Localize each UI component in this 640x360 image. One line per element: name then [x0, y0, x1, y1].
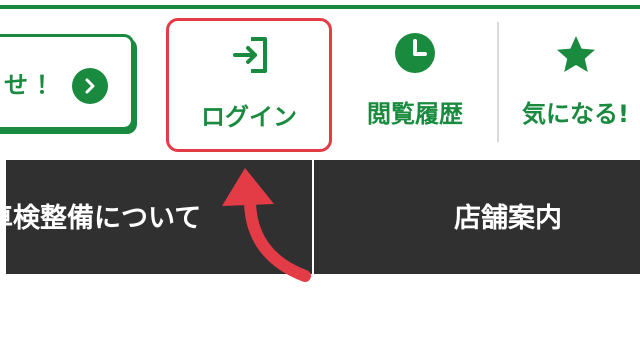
favorites-button[interactable]: 気になる! — [512, 18, 640, 150]
favorites-label: 気になる! — [522, 100, 629, 128]
login-label: ログイン — [201, 103, 297, 131]
login-icon — [229, 33, 273, 77]
promo-card[interactable]: せ！ — [0, 34, 134, 130]
promo-text: せ！ — [4, 71, 68, 99]
history-button[interactable]: 閲覧履歴 — [346, 18, 484, 150]
star-icon — [555, 34, 597, 76]
login-button[interactable]: ログイン — [166, 18, 332, 152]
chevron-right-icon[interactable] — [72, 68, 108, 104]
top-accent-line — [0, 0, 640, 9]
menu-item-stores[interactable]: 店舗案内 — [454, 196, 562, 235]
clock-icon — [394, 32, 436, 74]
menu-separator — [312, 160, 314, 274]
nav-divider — [497, 22, 499, 142]
history-label: 閲覧履歴 — [367, 100, 463, 128]
menu-item-inspection[interactable]: 車検整備について — [0, 196, 201, 235]
